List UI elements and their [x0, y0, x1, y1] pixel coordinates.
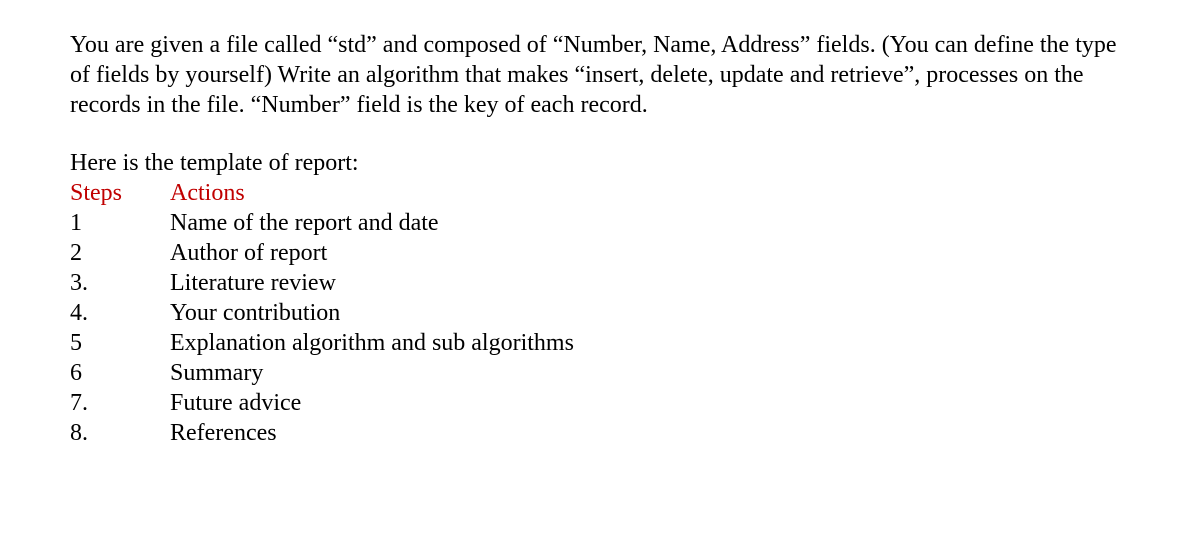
- step-number: 7.: [70, 388, 170, 418]
- steps-header: Steps: [70, 178, 170, 208]
- table-row: 6 Summary: [70, 358, 574, 388]
- step-number: 2: [70, 238, 170, 268]
- problem-statement: You are given a file called “std” and co…: [70, 30, 1130, 120]
- step-number: 3.: [70, 268, 170, 298]
- table-row: 2 Author of report: [70, 238, 574, 268]
- step-number: 5: [70, 328, 170, 358]
- actions-header: Actions: [170, 178, 574, 208]
- step-number: 6: [70, 358, 170, 388]
- step-action: Summary: [170, 358, 574, 388]
- table-row: 5 Explanation algorithm and sub algorith…: [70, 328, 574, 358]
- step-action: References: [170, 418, 574, 448]
- step-number: 1: [70, 208, 170, 238]
- table-row: 7. Future advice: [70, 388, 574, 418]
- table-row: 8. References: [70, 418, 574, 448]
- table-row: 3. Literature review: [70, 268, 574, 298]
- step-action: Your contribution: [170, 298, 574, 328]
- step-number: 4.: [70, 298, 170, 328]
- step-number: 8.: [70, 418, 170, 448]
- report-template-table: Steps Actions 1 Name of the report and d…: [70, 178, 574, 448]
- step-action: Literature review: [170, 268, 574, 298]
- table-header-row: Steps Actions: [70, 178, 574, 208]
- table-row: 1 Name of the report and date: [70, 208, 574, 238]
- template-intro: Here is the template of report:: [70, 148, 1130, 178]
- step-action: Explanation algorithm and sub algorithms: [170, 328, 574, 358]
- step-action: Future advice: [170, 388, 574, 418]
- step-action: Author of report: [170, 238, 574, 268]
- table-row: 4. Your contribution: [70, 298, 574, 328]
- step-action: Name of the report and date: [170, 208, 574, 238]
